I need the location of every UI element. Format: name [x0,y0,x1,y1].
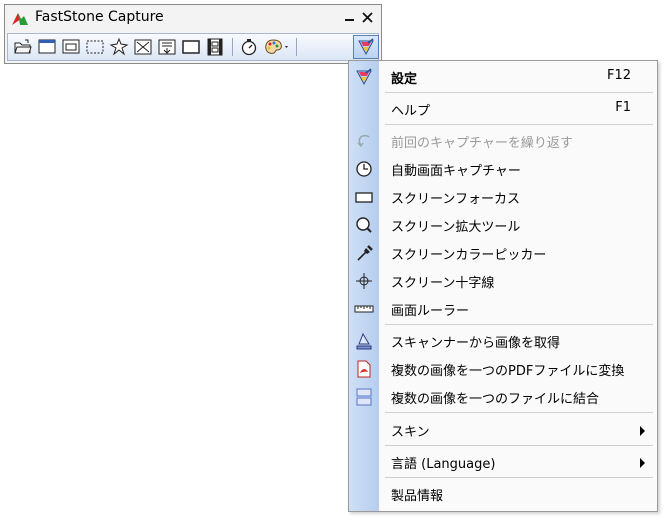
menu-item-shortcut: F1 [615,100,631,115]
menu-item-label: スクリーン十字線 [391,276,495,291]
capture-fixed-region-icon[interactable] [180,37,202,57]
capture-window-icon[interactable] [36,37,58,57]
minimize-icon[interactable] [343,9,357,25]
menu-separator [385,324,653,325]
menu-item-label: 画面ルーラー [391,304,470,319]
settings-dropdown-menu: 設定 F12 ヘルプ F1 前回のキャプチャーを繰り返す 自動画面キャプチャー … [348,60,658,512]
menu-item-shortcut: F12 [606,68,631,83]
clock-icon [354,160,374,178]
menu-item-auto-capture[interactable]: 自動画面キャプチャー [349,156,657,182]
crosshair-icon [354,272,374,290]
menu-item-label: 製品情報 [391,489,444,504]
menu-item-about[interactable]: 製品情報 [349,481,657,507]
title-bar[interactable]: FastStone Capture [5,5,381,31]
toolbar-separator [232,38,233,56]
menu-item-label: スクリーンフォーカス [391,192,520,207]
menu-item-repeat-last-capture: 前回のキャプチャーを繰り返す [349,128,657,154]
menu-item-label: 言語 (Language) [391,457,496,472]
capture-scrolling-icon[interactable] [156,37,178,57]
screen-recorder-icon[interactable] [204,37,226,57]
menu-item-screen-ruler[interactable]: 画面ルーラー [349,296,657,322]
menu-item-label: 前回のキャプチャーを繰り返す [391,136,573,151]
menu-separator [385,477,653,478]
menu-item-label: スキャンナーから画像を取得 [391,336,561,351]
menu-item-skin[interactable]: スキン [349,417,657,443]
menu-item-help[interactable]: ヘルプ F1 [349,96,657,122]
capture-rectangle-icon[interactable] [84,37,106,57]
menu-item-crosshair[interactable]: スクリーン十字線 [349,268,657,294]
menu-separator [385,124,653,125]
menu-item-scanner[interactable]: スキャンナーから画像を取得 [349,328,657,354]
menu-item-label: ヘルプ [391,104,431,119]
faststone-toolbar-window: FastStone Capture [4,4,382,64]
open-icon[interactable] [12,37,34,57]
menu-separator [385,92,653,93]
window-title: FastStone Capture [35,9,164,25]
capture-fullscreen-icon[interactable] [132,37,154,57]
menu-item-convert-to-pdf[interactable]: 複数の画像を一つのPDFファイルに変換 [349,356,657,382]
submenu-arrow-icon [640,458,645,468]
menu-item-label: スクリーン拡大ツール [391,220,521,235]
rectangle-icon [354,188,374,206]
capture-toolbar [7,33,379,61]
palette-icon[interactable] [262,37,292,57]
menu-item-label: スキン [391,425,430,440]
close-icon[interactable] [361,9,375,25]
repeat-icon [354,132,374,150]
timer-icon[interactable] [238,37,260,57]
join-images-icon [354,388,374,406]
eyedropper-icon [354,244,374,262]
menu-item-settings[interactable]: 設定 F12 [349,64,657,90]
scanner-icon [354,332,374,350]
capture-object-icon[interactable] [60,37,82,57]
ruler-icon [354,300,374,318]
menu-separator [385,445,653,446]
menu-item-label: 自動画面キャプチャー [391,164,521,179]
faststone-logo-icon [11,10,29,26]
menu-item-screen-magnifier[interactable]: スクリーン拡大ツール [349,212,657,238]
menu-item-label: 複数の画像を一つのPDFファイルに変換 [391,364,625,379]
settings-icon [354,68,374,86]
menu-item-color-picker[interactable]: スクリーンカラーピッカー [349,240,657,266]
menu-item-label: スクリーンカラーピッカー [391,248,547,263]
menu-item-join-images[interactable]: 複数の画像を一つのファイルに結合 [349,384,657,410]
menu-item-language[interactable]: 言語 (Language) [349,449,657,475]
menu-separator [385,412,653,413]
menu-item-label: 設定 [391,72,418,87]
settings-menu-icon[interactable] [353,35,379,59]
pdf-icon [354,360,374,378]
magnifier-icon [354,216,374,234]
menu-item-label: 複数の画像を一つのファイルに結合 [391,392,600,407]
capture-freehand-icon[interactable] [108,37,130,57]
menu-item-screen-focus[interactable]: スクリーンフォーカス [349,184,657,210]
submenu-arrow-icon [640,426,645,436]
toolbar-separator [296,38,297,56]
